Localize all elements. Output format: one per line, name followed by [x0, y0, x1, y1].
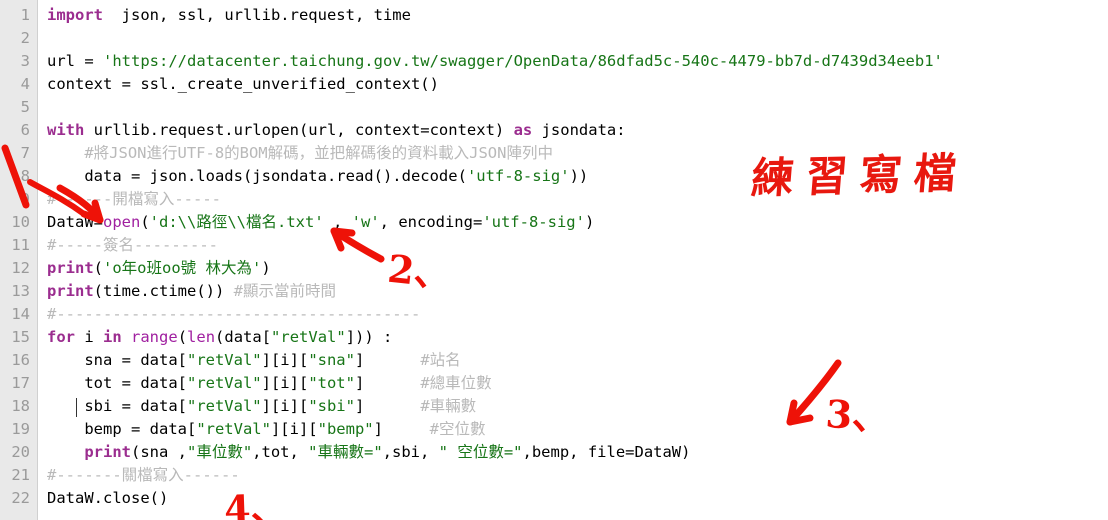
code-line[interactable]: print(time.ctime()) #顯示當前時間	[47, 280, 1108, 303]
code-line[interactable]: #-----簽名---------	[47, 234, 1108, 257]
code-line[interactable]: bemp = data["retVal"][i]["bemp"] #空位數	[47, 418, 1108, 441]
code-area[interactable]: import json, ssl, urllib.request, time ur…	[38, 0, 1108, 520]
code-line[interactable]	[47, 27, 1108, 50]
line-number: 15	[11, 328, 30, 346]
code-line[interactable]: sbi = data["retVal"][i]["sbi"] #車輛數	[47, 395, 1108, 418]
code-line[interactable]: sna = data["retVal"][i]["sna"] #站名	[47, 349, 1108, 372]
line-number: 19	[11, 420, 30, 438]
line-number-gutter: 1 2 3 4 5 6 7 8 9 10 11 12 13 14 15 16 1…	[0, 0, 38, 520]
line-number: 17	[11, 374, 30, 392]
line-number: 13	[11, 282, 30, 300]
code-line[interactable]: #---------------------------------------	[47, 303, 1108, 326]
line-number: 22	[11, 489, 30, 507]
line-number: 2	[20, 29, 30, 47]
line-number: 8	[20, 167, 30, 185]
line-number: 4	[20, 75, 30, 93]
code-line[interactable]: print(sna ,"車位數",tot, "車輛數=",sbi, " 空位數=…	[47, 441, 1108, 464]
code-line[interactable]: data = json.loads(jsondata.read().decode…	[47, 165, 1108, 188]
line-number: 5	[20, 98, 30, 116]
code-line[interactable]: DataW=open('d:\\路徑\\檔名.txt' , 'w', encod…	[47, 211, 1108, 234]
code-editor[interactable]: 1 2 3 4 5 6 7 8 9 10 11 12 13 14 15 16 1…	[0, 0, 1108, 520]
code-line[interactable]: #------開檔寫入-----	[47, 188, 1108, 211]
line-number: 1	[20, 6, 30, 24]
code-line[interactable]: #-------關檔寫入------	[47, 464, 1108, 487]
code-line[interactable]: import json, ssl, urllib.request, time	[47, 4, 1108, 27]
code-line[interactable]: DataW.close()	[47, 487, 1108, 510]
code-line[interactable]: context = ssl._create_unverified_context…	[47, 73, 1108, 96]
line-number: 21	[11, 466, 30, 484]
code-line[interactable]: for i in range(len(data["retVal"])) :	[47, 326, 1108, 349]
code-line[interactable]: url = 'https://datacenter.taichung.gov.t…	[47, 50, 1108, 73]
code-line[interactable]	[47, 96, 1108, 119]
line-number: 7	[20, 144, 30, 162]
line-number: 9	[20, 190, 30, 208]
line-number: 16	[11, 351, 30, 369]
line-number: 11	[11, 236, 30, 254]
line-number: 6	[20, 121, 30, 139]
code-line[interactable]: print('o年o班oo號 林大為')	[47, 257, 1108, 280]
line-number: 20	[11, 443, 30, 461]
screenshot-root: 1 2 3 4 5 6 7 8 9 10 11 12 13 14 15 16 1…	[0, 0, 1108, 520]
code-line[interactable]: with urllib.request.urlopen(url, context…	[47, 119, 1108, 142]
line-number: 14	[11, 305, 30, 323]
code-line[interactable]: tot = data["retVal"][i]["tot"] #總車位數	[47, 372, 1108, 395]
line-number: 3	[20, 52, 30, 70]
line-number: 10	[11, 213, 30, 231]
text-caret	[76, 398, 77, 417]
line-number: 18	[11, 397, 30, 415]
code-line[interactable]: #將JSON進行UTF-8的BOM解碼，並把解碼後的資料載入JSON陣列中	[47, 142, 1108, 165]
line-number: 12	[11, 259, 30, 277]
